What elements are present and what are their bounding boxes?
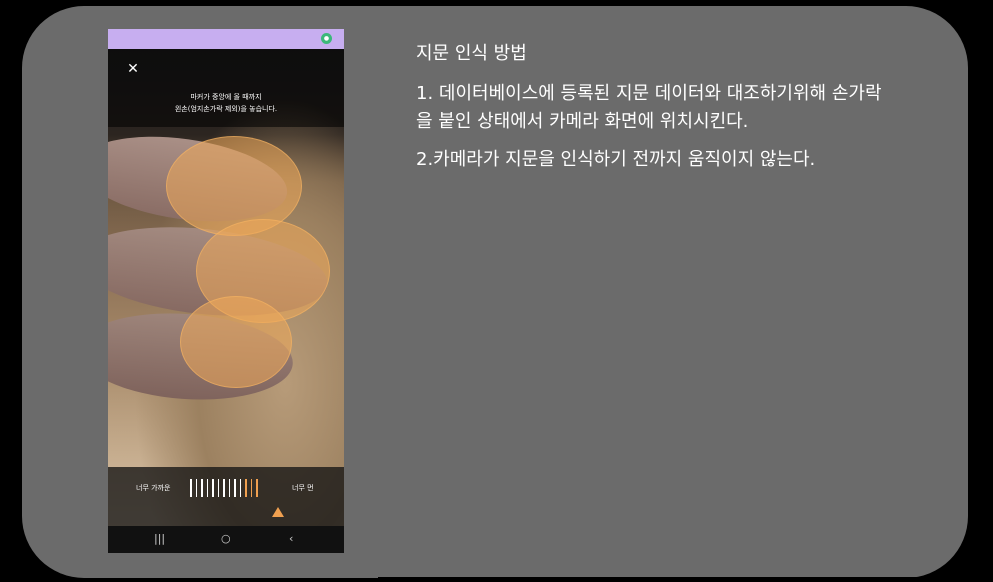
too-far-label: 너무 먼 <box>292 484 314 492</box>
recent-apps-icon[interactable]: ||| <box>154 531 165 547</box>
nav-bar: ||| ○ ‹ <box>108 526 344 553</box>
scale-tick <box>206 479 208 497</box>
scale-tick <box>217 479 219 497</box>
close-icon[interactable]: ✕ <box>126 62 140 76</box>
home-icon[interactable]: ○ <box>221 531 231 547</box>
scale-tick <box>239 479 241 497</box>
back-icon[interactable]: ‹ <box>289 531 293 547</box>
distance-indicator: 너무 가까운 너무 먼 <box>108 467 344 526</box>
scale-tick-active <box>256 479 258 497</box>
frame-edge <box>378 577 993 582</box>
instruction-line-2: 왼손(엄지손가락 제외)을 놓습니다. <box>174 105 278 113</box>
scale-tick-active <box>250 479 252 497</box>
distance-pointer-icon <box>272 507 284 517</box>
step-1: 1. 데이터베이스에 등록된 지문 데이터와 대조하기위해 손가락을 붙인 상태… <box>416 83 882 132</box>
instruction-overlay <box>108 49 344 127</box>
step-2: 2.카메라가 지문을 인식하기 전까지 움직이지 않는다. <box>416 149 816 170</box>
scale-tick <box>234 479 236 497</box>
scale-tick <box>223 479 225 497</box>
scale-tick <box>228 479 230 497</box>
status-bar: ● <box>108 29 344 49</box>
phone-screenshot: ● ✕ 마커가 중앙에 올 때까지 왼손(엄지손가락 제외)을 놓습니다. 너무… <box>108 29 344 553</box>
panel-title: 지문 인식 방법 <box>416 43 527 64</box>
scale-tick <box>195 479 197 497</box>
scale-tick <box>212 479 214 497</box>
camera-app-icon: ● <box>321 33 332 44</box>
fingerprint-target-3 <box>180 296 292 388</box>
scale-tick <box>201 479 203 497</box>
too-close-label: 너무 가까운 <box>136 484 171 492</box>
distance-scale <box>190 479 258 497</box>
scale-tick <box>190 479 192 497</box>
description-panel: 지문 인식 방법 1. 데이터베이스에 등록된 지문 데이터와 대조하기위해 손… <box>416 40 896 184</box>
scale-tick-active <box>245 479 247 497</box>
instruction-line-1: 마커가 중앙에 올 때까지 <box>190 93 262 101</box>
